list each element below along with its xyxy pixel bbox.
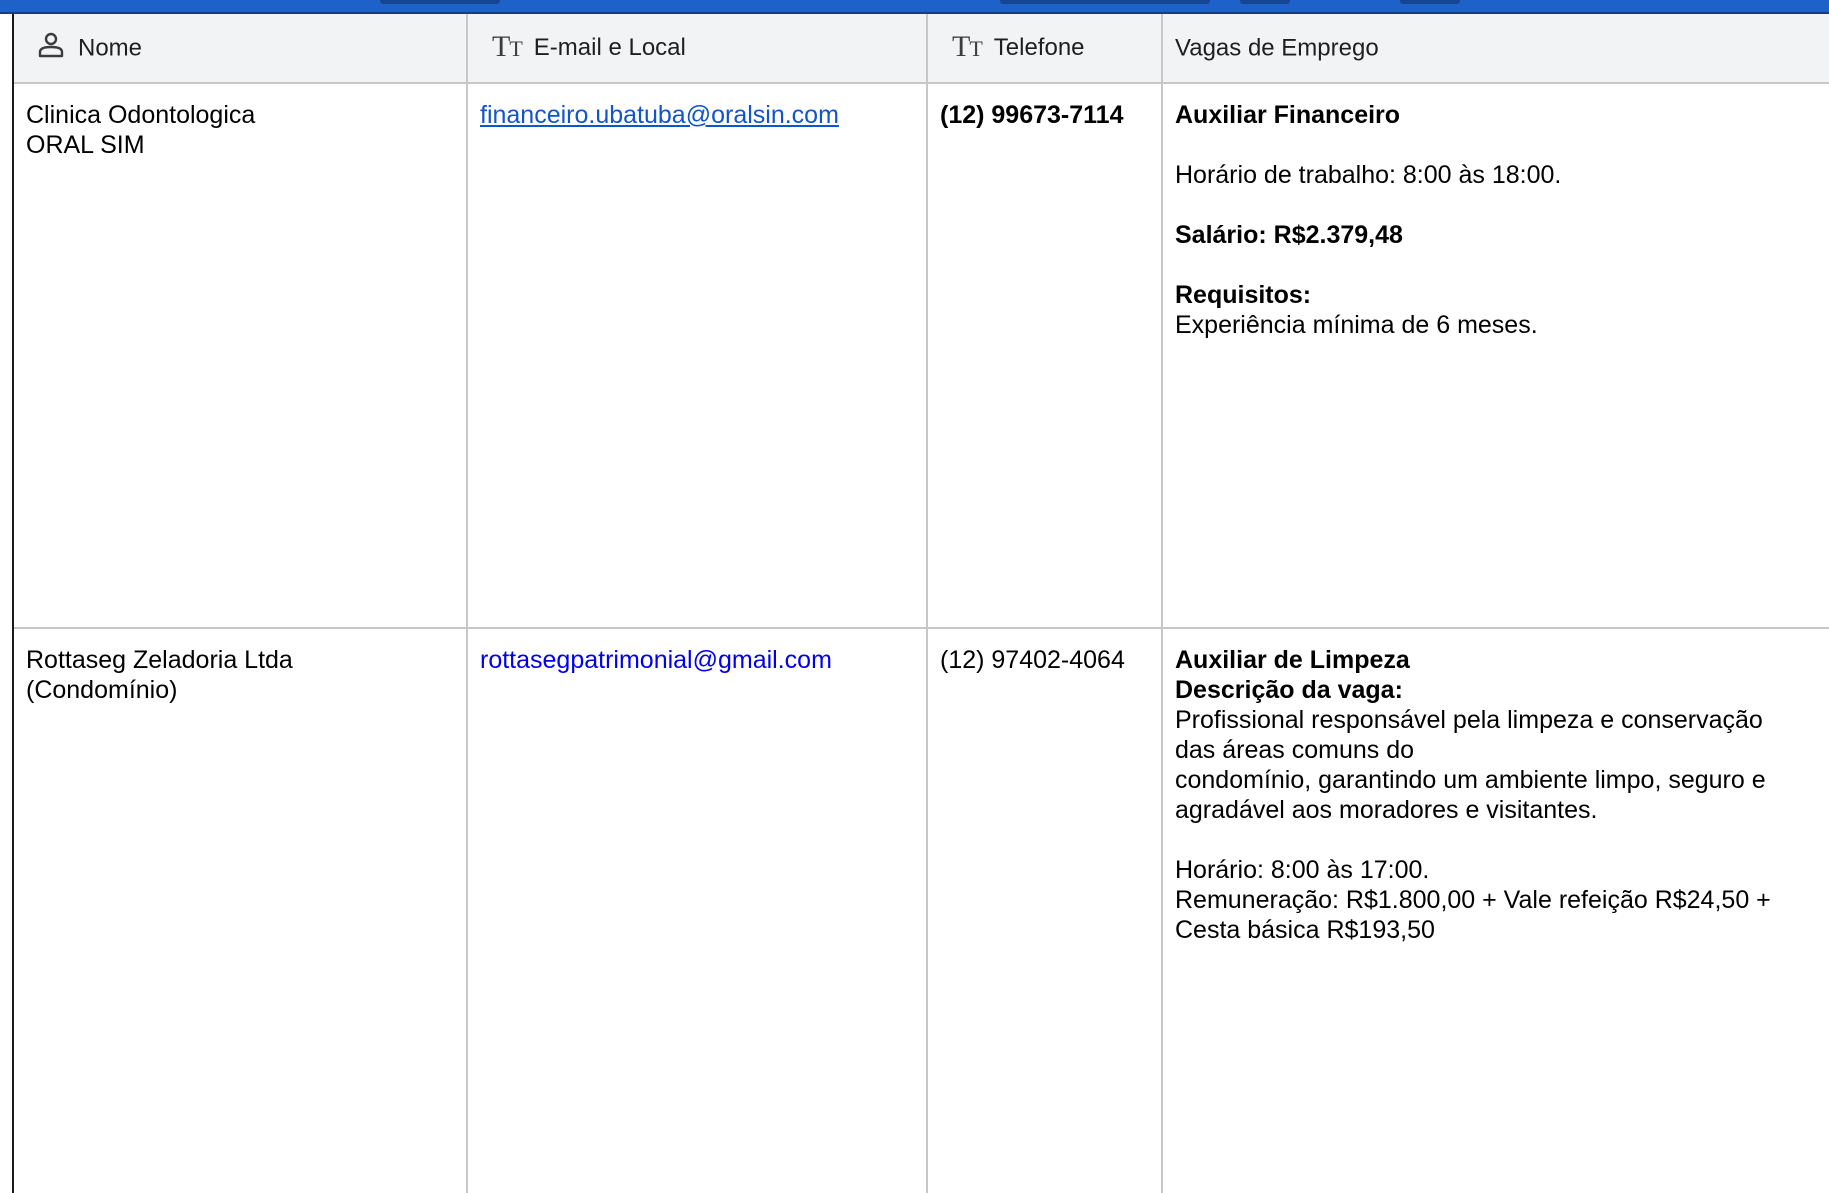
page: Nome TT E-mail e Local TT Telefone Vagas d… bbox=[0, 0, 1829, 1193]
column-header-label: E-mail e Local bbox=[533, 34, 686, 61]
header-row: Nome TT E-mail e Local TT Telefone Vagas d… bbox=[14, 14, 1829, 84]
job-pay-line: Remuneração: R$1.800,00 + Vale refeição … bbox=[1175, 886, 1771, 914]
job-table-container: Nome TT E-mail e Local TT Telefone Vagas d… bbox=[12, 14, 1829, 1193]
job-description-line: agradável aos moradores e visitantes. bbox=[1175, 796, 1598, 824]
company-name-line: (Condomínio) bbox=[26, 676, 178, 704]
column-header-label: Telefone bbox=[993, 34, 1085, 61]
email-cell[interactable]: financeiro.ubatuba@oralsin.com bbox=[467, 83, 928, 629]
email-cell[interactable]: rottasegpatrimonial@gmail.com bbox=[467, 628, 928, 1193]
job-cell[interactable]: Auxiliar Financeiro Horário de trabalho:… bbox=[1162, 83, 1829, 629]
job-title: Auxiliar Financeiro bbox=[1175, 101, 1401, 129]
top-banner bbox=[0, 0, 1829, 14]
job-title: Auxiliar de Limpeza bbox=[1175, 646, 1410, 674]
job-salary: Salário: R$2.379,48 bbox=[1175, 221, 1403, 249]
column-header-name[interactable]: Nome bbox=[14, 14, 468, 84]
column-header-label: Vagas de Emprego bbox=[1175, 34, 1379, 62]
phone-cell[interactable]: (12) 97402-4064 bbox=[927, 628, 1163, 1193]
company-name-line: ORAL SIM bbox=[26, 131, 145, 159]
email-link[interactable]: rottasegpatrimonial@gmail.com bbox=[480, 646, 832, 674]
table-row: Clinica Odontologica ORAL SIM financeiro… bbox=[14, 83, 1829, 629]
name-cell[interactable]: Clinica Odontologica ORAL SIM bbox=[14, 83, 468, 629]
job-description-line: das áreas comuns do bbox=[1175, 736, 1415, 764]
job-schedule: Horário: 8:00 às 17:00. bbox=[1175, 856, 1430, 884]
text-type-icon: TT bbox=[492, 30, 523, 63]
job-cell[interactable]: Auxiliar de Limpeza Descrição da vaga: P… bbox=[1162, 628, 1829, 1193]
name-cell[interactable]: Rottaseg Zeladoria Ltda (Condomínio) bbox=[14, 628, 468, 1193]
job-schedule: Horário de trabalho: 8:00 às 18:00. bbox=[1175, 161, 1562, 189]
column-header-phone[interactable]: TT Telefone bbox=[927, 14, 1163, 84]
column-header-email[interactable]: TT E-mail e Local bbox=[467, 14, 928, 84]
job-requirements: Experiência mínima de 6 meses. bbox=[1175, 311, 1538, 339]
email-link[interactable]: financeiro.ubatuba@oralsin.com bbox=[480, 101, 839, 129]
phone-number: (12) 97402-4064 bbox=[940, 646, 1125, 674]
phone-number: (12) 99673-7114 bbox=[940, 101, 1124, 129]
job-description-line: condomínio, garantindo um ambiente limpo… bbox=[1175, 766, 1766, 794]
column-header-jobs[interactable]: Vagas de Emprego bbox=[1162, 14, 1829, 84]
person-icon bbox=[38, 32, 64, 65]
table-row: Rottaseg Zeladoria Ltda (Condomínio) rot… bbox=[14, 628, 1829, 1193]
text-type-icon: TT bbox=[952, 30, 983, 63]
job-pay-line: Cesta básica R$193,50 bbox=[1175, 916, 1435, 944]
company-name-line: Clinica Odontologica bbox=[26, 101, 256, 129]
phone-cell[interactable]: (12) 99673-7114 bbox=[927, 83, 1163, 629]
job-table: Nome TT E-mail e Local TT Telefone Vagas d… bbox=[14, 14, 1829, 1193]
job-description-label: Descrição da vaga: bbox=[1175, 676, 1403, 704]
job-description-line: Profissional responsável pela limpeza e … bbox=[1175, 706, 1763, 734]
company-name-line: Rottaseg Zeladoria Ltda bbox=[26, 646, 293, 674]
job-requirements-label: Requisitos: bbox=[1175, 281, 1312, 309]
column-header-label: Nome bbox=[78, 34, 143, 61]
